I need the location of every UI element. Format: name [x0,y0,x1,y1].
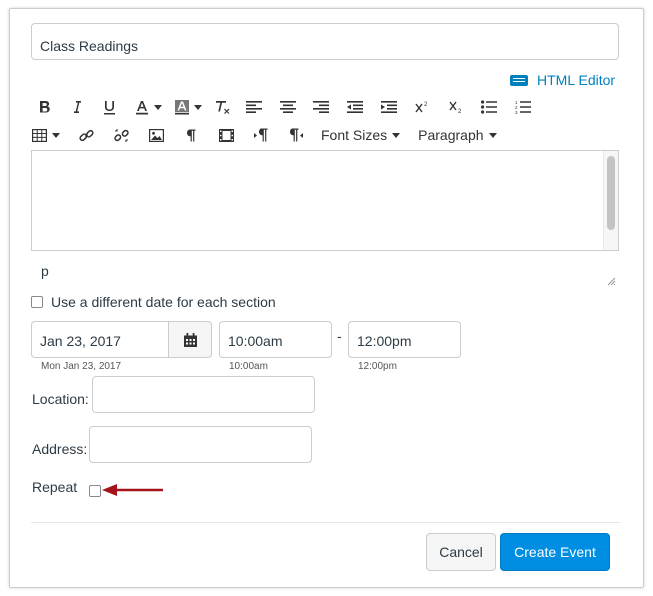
subscript-icon: 2 [449,101,462,114]
start-time-hint: 10:00am [229,361,268,372]
font-sizes-dropdown[interactable]: Font Sizes [321,125,401,145]
date-hint: Mon Jan 23, 2017 [41,361,122,372]
paragraph-mark-icon [187,129,196,141]
bullet-list-icon [481,100,498,114]
indent-button[interactable] [380,97,398,117]
chevron-down-icon [392,132,401,138]
paragraph-mark-button[interactable] [181,125,201,145]
italic-icon [73,101,81,113]
edit-event-dialog: HTML Editor [9,8,644,588]
outdent-icon [347,101,364,113]
ltr-button[interactable] [251,125,271,145]
media-button[interactable] [216,125,236,145]
align-right-button[interactable] [313,97,331,117]
align-center-button[interactable] [279,97,297,117]
chevron-down-icon [52,132,60,138]
background-color-icon [174,99,189,114]
location-label: Location: [32,391,89,407]
keyboard-icon [510,74,528,86]
start-time-input[interactable]: 10:00am [219,321,332,358]
end-time-input[interactable]: 12:00pm [348,321,461,358]
table-icon [32,128,47,142]
cancel-button[interactable]: Cancel [426,533,496,571]
align-left-icon [245,101,262,113]
link-button[interactable] [76,125,96,145]
align-center-icon [279,101,296,113]
subscript-button[interactable]: 2 [448,97,466,117]
svg-text:2: 2 [458,109,462,114]
ltr-icon [254,128,268,142]
paragraph-label: Paragraph [418,127,484,143]
different-date-checkbox[interactable] [31,296,43,308]
rich-content-editor[interactable] [31,150,619,251]
bold-button[interactable] [36,97,54,117]
italic-button[interactable] [68,97,86,117]
bullet-list-button[interactable] [480,97,498,117]
html-editor-label: HTML Editor [537,72,616,88]
image-icon [148,128,164,142]
editor-toolbar-row-1: 2 2 123 [32,97,532,117]
superscript-button[interactable]: 2 [414,97,432,117]
chevron-down-icon [153,104,162,110]
address-label: Address: [32,441,88,457]
background-color-button[interactable] [174,97,202,117]
underline-icon [104,100,116,114]
repeat-label: Repeat [32,479,78,495]
editor-scrollbar[interactable] [603,151,618,250]
rtl-button[interactable] [286,125,306,145]
indent-icon [381,101,398,113]
different-date-label: Use a different date for each section [51,294,276,310]
superscript-icon: 2 [415,102,428,113]
clear-formatting-button[interactable] [214,97,232,117]
font-sizes-label: Font Sizes [321,127,388,143]
align-right-icon [313,101,330,113]
text-color-icon [135,100,148,114]
time-separator: - [337,328,342,344]
editor-toolbar-row-2: Font Sizes Paragraph [32,124,532,146]
create-event-button[interactable]: Create Event [500,533,610,571]
unlink-button[interactable] [111,125,131,145]
svg-text:2: 2 [424,102,428,108]
clear-formatting-icon [215,100,230,114]
rtl-icon [290,128,303,142]
paragraph-dropdown[interactable]: Paragraph [418,125,497,145]
scrollbar-thumb[interactable] [607,156,615,230]
numbered-list-button[interactable]: 123 [514,97,532,117]
footer-divider [31,522,620,523]
date-input[interactable]: Jan 23, 2017 [31,321,169,358]
repeat-checkbox[interactable] [89,485,101,497]
address-input[interactable] [89,426,312,463]
html-editor-link[interactable]: HTML Editor [510,72,615,88]
underline-button[interactable] [101,97,119,117]
element-path: p [41,263,49,279]
arrow-icon [102,484,163,496]
outdent-button[interactable] [346,97,364,117]
location-input[interactable] [92,376,315,413]
text-color-button[interactable] [135,97,162,117]
chevron-down-icon [193,104,202,110]
end-time-hint: 12:00pm [358,361,397,372]
svg-text:3: 3 [515,110,518,114]
event-title-input[interactable] [31,23,619,60]
link-icon [78,129,94,141]
resize-handle-icon[interactable] [607,277,616,286]
bold-icon [39,101,50,113]
calendar-icon [183,332,197,347]
numbered-list-icon: 123 [515,100,532,114]
align-left-button[interactable] [245,97,263,117]
chevron-down-icon [488,132,497,138]
unlink-icon [113,128,129,142]
table-button[interactable] [32,125,60,145]
calendar-button[interactable] [168,321,212,358]
media-icon [218,128,234,142]
image-button[interactable] [146,125,166,145]
different-date-option[interactable]: Use a different date for each section [31,294,276,310]
